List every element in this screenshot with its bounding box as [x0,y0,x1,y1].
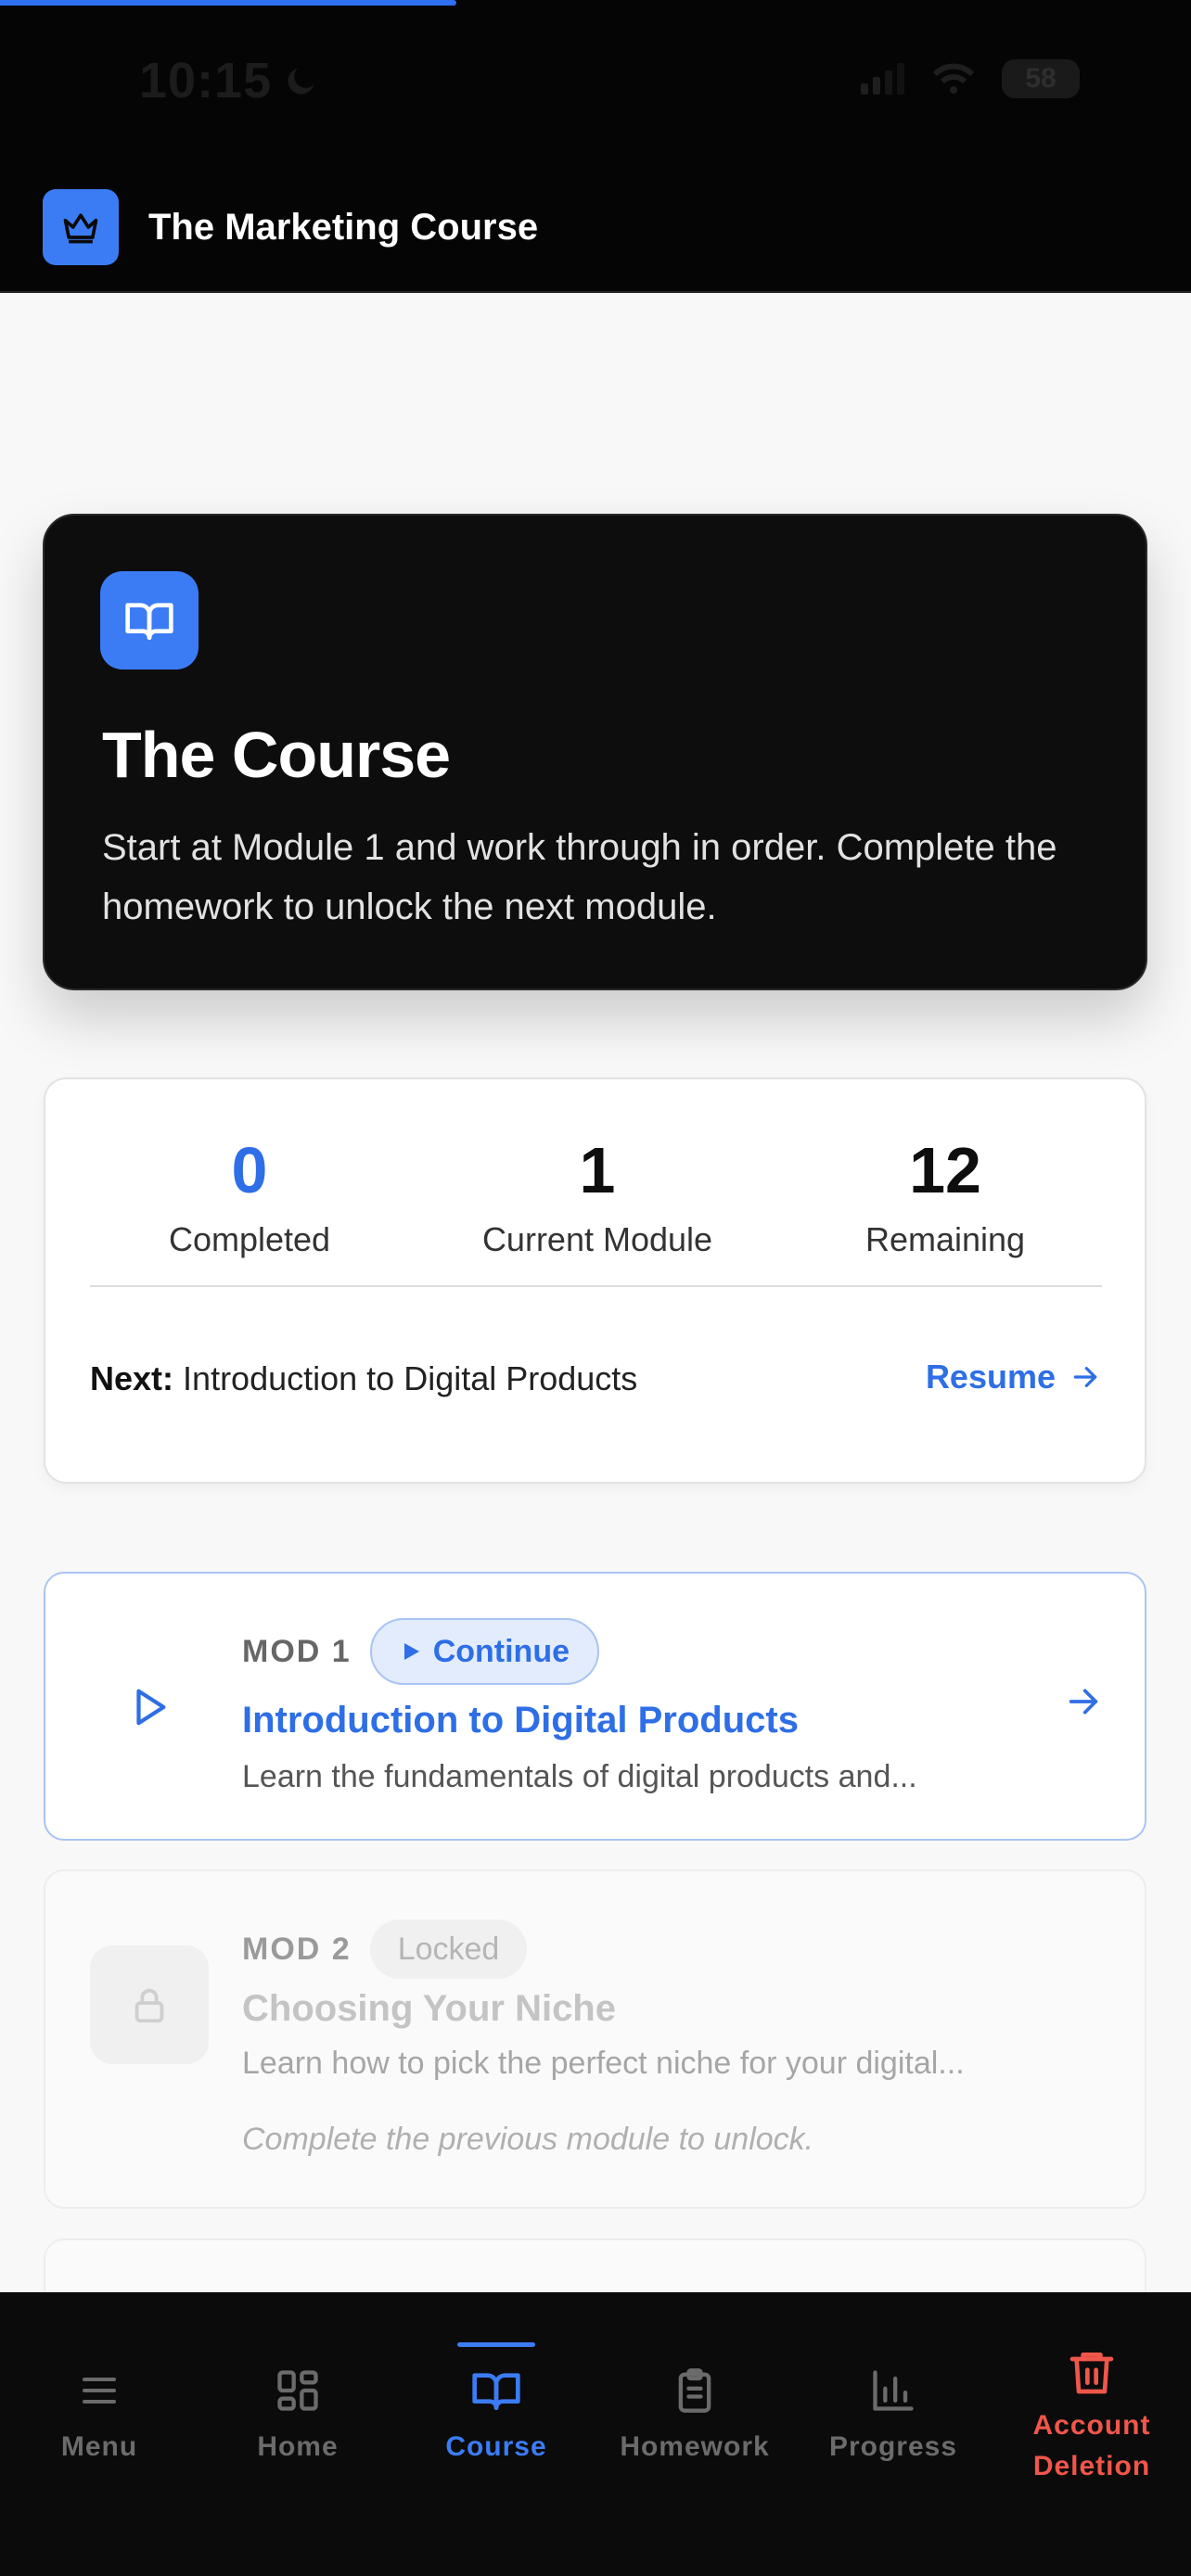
stat-current-label: Current Module [481,1220,713,1258]
tab-menu[interactable]: Menu [0,2292,198,2576]
tab-menu-label: Menu [60,2431,138,2462]
hero-icon-box [100,571,198,670]
hero-description: Start at Module 1 and work through in or… [102,827,1057,927]
stat-completed-value: 0 [231,1134,268,1206]
book-icon [470,2361,522,2420]
locked-badge: Locked [369,1919,528,1979]
play-filled-icon [403,1643,419,1660]
wifi-icon [933,63,974,94]
crown-icon [63,213,98,244]
trash-icon [1066,2342,1118,2402]
grid-icon [274,2361,322,2420]
book-icon [125,603,173,640]
battery-indicator: 58 [1002,59,1080,98]
course-hero-card: The Course Start at Module 1 and work th… [43,514,1147,990]
next-label: Next: [90,1359,174,1397]
tab-home-label: Home [257,2431,339,2462]
signal-icon [861,63,904,95]
app-logo[interactable] [43,189,119,265]
module-1-tag: MOD 1 [242,1633,352,1669]
module-2-locked-note: Complete the previous module to unlock. [242,2122,814,2157]
module-1-header: MOD 1 Continue [242,1618,599,1685]
progress-stats-card: 0 Completed 1 Current Module 12 Remainin… [44,1078,1146,1484]
tab-course[interactable]: Course [397,2292,596,2576]
arrow-right-icon [1073,1367,1097,1387]
stat-current-module: 1 Current Module [423,1133,772,1259]
status-time: 10:15 [139,52,320,109]
top-bar: 10:15 58 The Marketing Course [0,0,1191,293]
stat-completed-label: Completed [168,1220,331,1258]
loading-progress-bar [0,0,456,6]
lock-icon [134,1988,164,2023]
module-1-icon-box [90,1648,209,1766]
tab-home[interactable]: Home [198,2292,397,2576]
bar-chart-icon [869,2361,917,2420]
stat-remaining-value: 12 [909,1134,981,1206]
stat-current-value: 1 [579,1134,616,1206]
continue-badge[interactable]: Continue [369,1618,599,1685]
menu-icon [77,2361,122,2420]
module-1-description: Learn the fundamentals of digital produc… [242,1759,917,1794]
module-2-description: Learn how to pick the perfect niche for … [242,2046,965,2081]
next-module-title: Introduction to Digital Products [183,1359,638,1397]
next-module-line: Next: Introduction to Digital Products [90,1359,637,1398]
bottom-tab-bar: Menu Home Course Homework Progress Accou… [0,2292,1191,2576]
arrow-right-icon [1069,1689,1098,1715]
continue-badge-label: Continue [432,1633,570,1669]
tab-course-label: Course [445,2431,547,2462]
tab-progress[interactable]: Progress [794,2292,992,2576]
status-icons: 58 [861,59,1080,98]
app-title: The Marketing Course [148,206,539,248]
module-card-1[interactable]: MOD 1 Continue Introduction to Digital P… [44,1572,1146,1841]
stats-divider [90,1285,1102,1287]
tab-homework[interactable]: Homework [596,2292,794,2576]
module-2-header: MOD 2 Locked [242,1919,528,1979]
app-header: The Marketing Course [0,185,1191,269]
module-2-tag: MOD 2 [242,1931,352,1967]
module-2-icon-box [90,1945,209,2064]
module-card-2: MOD 2 Locked Choosing Your Niche Learn h… [44,1869,1146,2209]
hero-title: The Course [102,719,451,791]
stat-completed: 0 Completed [75,1133,424,1259]
status-time-text: 10:15 [139,53,273,108]
tab-account-deletion-label: Account Deletion [1032,2410,1151,2481]
resume-label: Resume [925,1358,1056,1396]
tab-account-deletion[interactable]: Account Deletion [992,2292,1191,2576]
resume-button[interactable]: Resume [926,1358,1100,1396]
battery-level: 58 [1025,63,1057,94]
stat-remaining-label: Remaining [864,1220,1026,1258]
module-1-arrow[interactable] [1065,1683,1102,1725]
module-2-title: Choosing Your Niche [242,1988,616,2029]
clipboard-icon [671,2361,719,2420]
tab-homework-label: Homework [620,2431,770,2462]
stat-remaining: 12 Remaining [771,1133,1120,1259]
moon-icon [288,68,314,95]
module-1-title[interactable]: Introduction to Digital Products [242,1700,799,1741]
play-icon [136,1689,166,1726]
tab-progress-label: Progress [828,2431,958,2462]
